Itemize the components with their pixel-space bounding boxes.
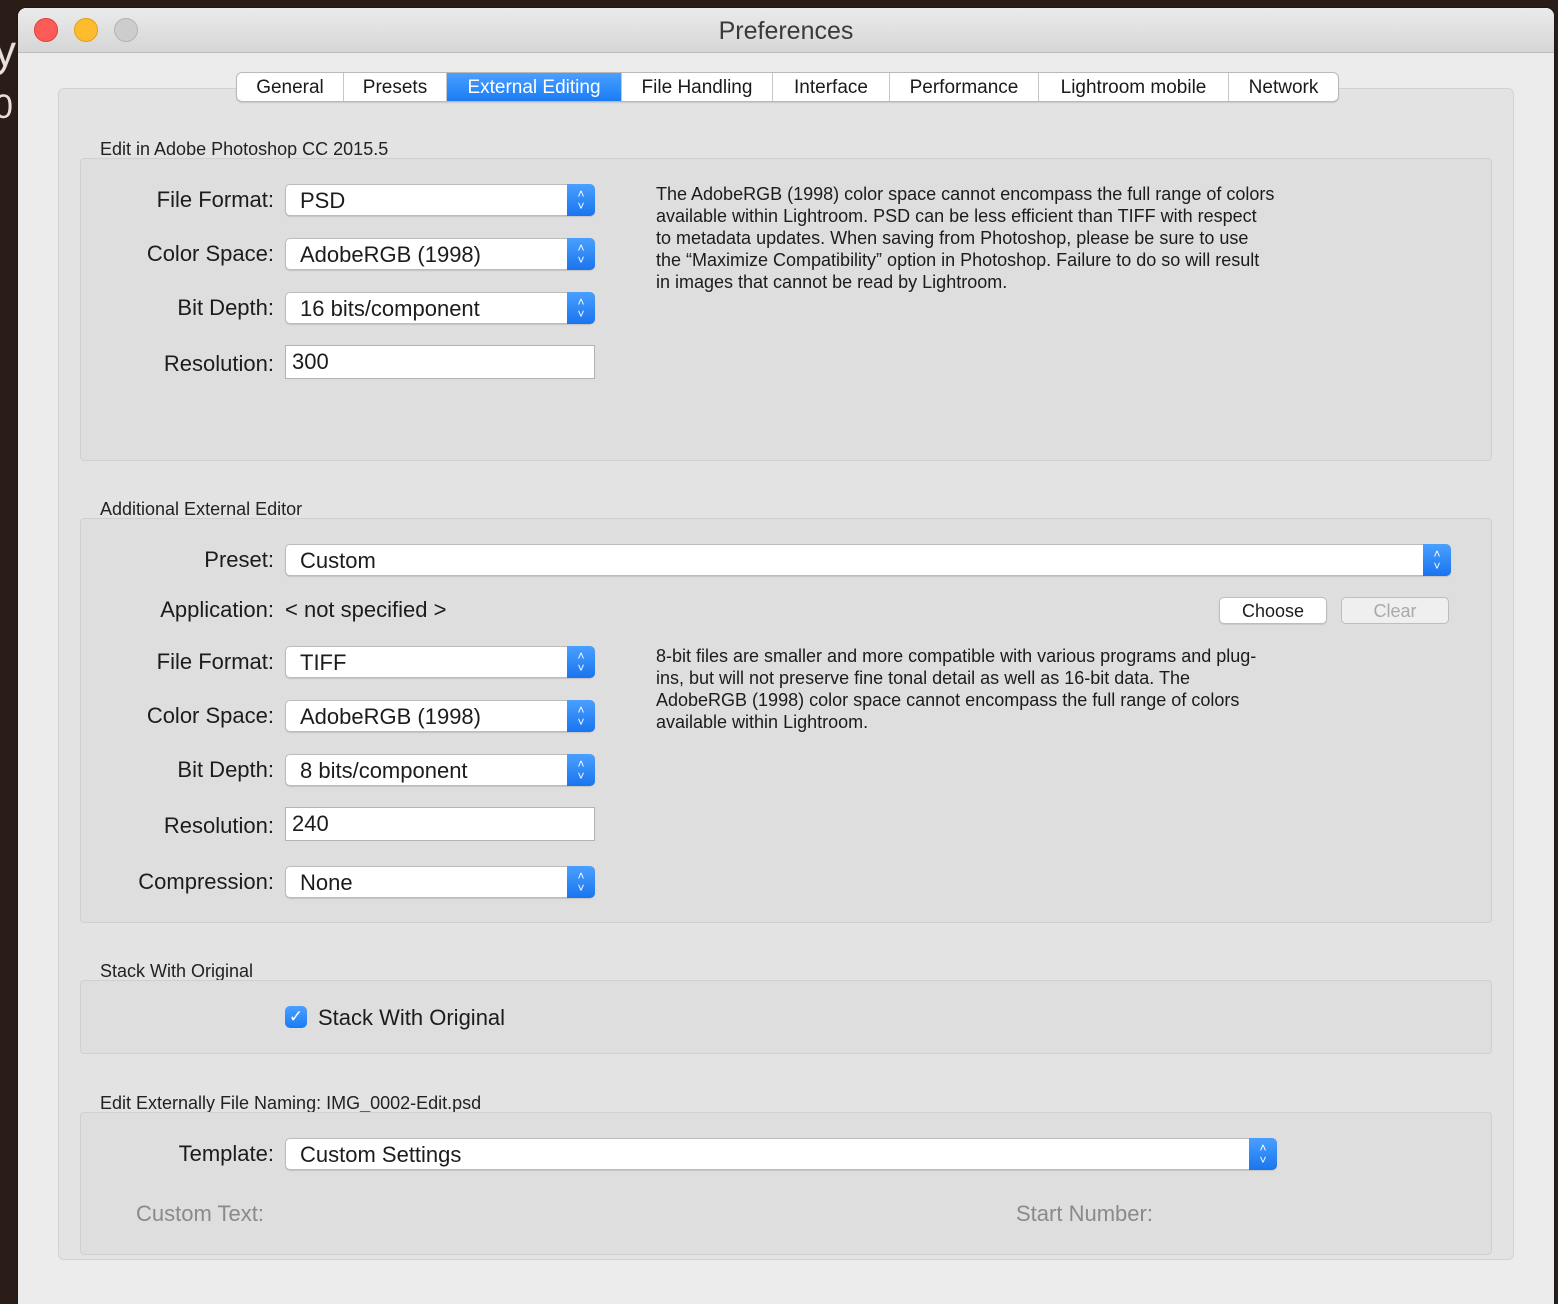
ext-color-space-label: Color Space:: [146, 703, 274, 728]
preferences-window: Preferences General Presets External Edi…: [18, 8, 1554, 1304]
preferences-tab-bar: General Presets External Editing File Ha…: [236, 72, 1339, 102]
tab-presets[interactable]: Presets: [344, 73, 447, 101]
compression-label: Compression:: [138, 869, 274, 894]
clear-button[interactable]: Clear: [1341, 597, 1449, 624]
chevron-up-down-icon: ˄ ˅: [567, 866, 595, 898]
ext-file-format-label: File Format:: [156, 649, 274, 674]
preset-select[interactable]: Custom ˄ ˅: [285, 544, 1451, 576]
ext-bit-depth-label: Bit Depth:: [177, 757, 274, 782]
ext-file-format-value: TIFF: [300, 650, 347, 675]
chevron-up-down-icon: ˄ ˅: [567, 184, 595, 216]
ps-color-space-value: AdobeRGB (1998): [300, 242, 481, 267]
compression-select[interactable]: None ˄ ˅: [285, 866, 595, 898]
ext-resolution-input[interactable]: 240: [285, 807, 595, 841]
ps-description-text: The AdobeRGB (1998) color space cannot e…: [656, 184, 1275, 292]
tab-file-handling[interactable]: File Handling: [622, 73, 773, 101]
chevron-up-down-icon: ˄ ˅: [567, 754, 595, 786]
chevron-up-down-icon: ˄ ˅: [567, 292, 595, 324]
checkmark-icon: ✓: [288, 1007, 304, 1026]
additional-editor-section-title: Additional External Editor: [100, 499, 303, 519]
ps-color-space-select[interactable]: AdobeRGB (1998) ˄ ˅: [285, 238, 595, 270]
application-label: Application:: [160, 597, 274, 622]
chevron-up-down-icon: ˄ ˅: [567, 646, 595, 678]
chevron-up-down-icon: ˄ ˅: [567, 700, 595, 732]
choose-button[interactable]: Choose: [1219, 597, 1327, 624]
chevron-up-down-icon: ˄ ˅: [1249, 1138, 1277, 1170]
file-naming-section-title: Edit Externally File Naming: IMG_0002-Ed…: [100, 1093, 482, 1113]
title-bar: Preferences: [18, 8, 1554, 53]
ext-bit-depth-value: 8 bits/component: [300, 758, 468, 783]
template-select[interactable]: Custom Settings ˄ ˅: [285, 1138, 1277, 1170]
ps-bit-depth-select[interactable]: 16 bits/component ˄ ˅: [285, 292, 595, 324]
file-naming-panel: [80, 1112, 1492, 1255]
compression-value: None: [300, 870, 353, 895]
ps-resolution-input[interactable]: 300: [285, 345, 595, 379]
template-value: Custom Settings: [300, 1142, 462, 1167]
window-title: Preferences: [718, 17, 854, 45]
custom-text-label: Custom Text:: [136, 1201, 264, 1226]
ext-description-text: 8-bit files are smaller and more compati…: [656, 646, 1257, 732]
chevron-up-down-icon: ˄ ˅: [567, 238, 595, 270]
preset-label: Preset:: [204, 547, 274, 572]
ps-file-format-label: File Format:: [156, 187, 274, 212]
start-number-label: Start Number:: [1016, 1201, 1153, 1226]
ps-file-format-select[interactable]: PSD ˄ ˅: [285, 184, 595, 216]
ext-resolution-label: Resolution:: [163, 813, 274, 838]
tab-lightroom-mobile[interactable]: Lightroom mobile: [1039, 73, 1229, 101]
photoshop-section-title: Edit in Adobe Photoshop CC 2015.5: [100, 139, 389, 159]
tab-interface[interactable]: Interface: [773, 73, 890, 101]
desktop-background-text: y: [0, 27, 16, 76]
chevron-up-down-icon: ˄ ˅: [1423, 544, 1451, 576]
stack-with-original-checkbox[interactable]: ✓: [285, 1006, 307, 1028]
ext-bit-depth-select[interactable]: 8 bits/component ˄ ˅: [285, 754, 595, 786]
tab-external-editing[interactable]: External Editing: [447, 73, 622, 101]
desktop-background-text: 0: [0, 88, 13, 126]
stack-section-title: Stack With Original: [100, 961, 254, 981]
ps-file-format-value: PSD: [300, 188, 346, 213]
ps-bit-depth-value: 16 bits/component: [300, 296, 480, 321]
ps-bit-depth-label: Bit Depth:: [177, 295, 274, 320]
stack-with-original-label[interactable]: Stack With Original: [318, 1005, 505, 1031]
preset-value: Custom: [300, 548, 376, 573]
ext-file-format-select[interactable]: TIFF ˄ ˅: [285, 646, 595, 678]
ext-color-space-value: AdobeRGB (1998): [300, 704, 481, 729]
tab-performance[interactable]: Performance: [890, 73, 1039, 101]
tab-general[interactable]: General: [237, 73, 344, 101]
tab-network[interactable]: Network: [1229, 73, 1338, 101]
ext-color-space-select[interactable]: AdobeRGB (1998) ˄ ˅: [285, 700, 595, 732]
template-label: Template:: [178, 1141, 274, 1166]
ps-resolution-label: Resolution:: [163, 351, 274, 376]
ps-color-space-label: Color Space:: [146, 241, 274, 266]
application-value: < not specified >: [285, 597, 447, 622]
